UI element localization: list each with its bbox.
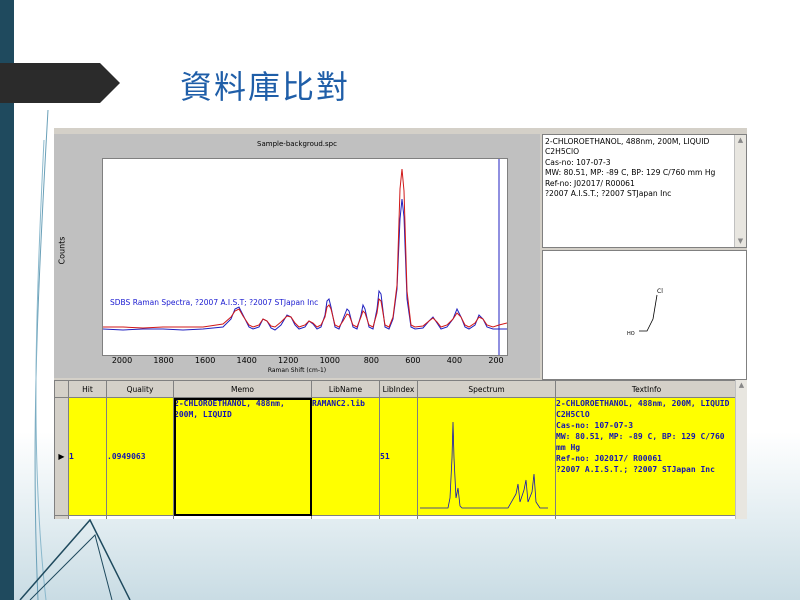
cell-libindex[interactable]: 51 xyxy=(379,397,418,516)
x-tick-label: 2000 xyxy=(111,356,133,365)
col-textinfo[interactable]: TextInfo xyxy=(555,380,738,398)
ho-atom-label: HO xyxy=(627,331,635,337)
title-arrow xyxy=(0,63,120,103)
cell-textinfo[interactable]: 2-CHLOROETHANOL, 488nm, 200M, LIQUID C2H… xyxy=(555,397,738,516)
grid-scroll-up-icon[interactable]: ▲ xyxy=(737,381,746,390)
x-axis-label: Raman Shift (cm-1) xyxy=(267,367,327,374)
spectrum-thumbnail xyxy=(420,421,548,509)
x-tick-label: 1000 xyxy=(319,356,340,365)
cell-memo[interactable]: 2-CHLOROETHANOL, 488nm, 200M, LIQUID xyxy=(173,397,312,516)
col-spectrum[interactable]: Spectrum xyxy=(417,380,556,398)
table-row[interactable]: ▶ 1 .0949063 2-CHLOROETHANOL, 488nm, 200… xyxy=(54,397,738,516)
table-row-partial[interactable] xyxy=(54,515,738,519)
scroll-down-icon[interactable]: ▼ xyxy=(736,237,745,246)
cell-libname[interactable]: RAMANC2.lib xyxy=(311,397,380,516)
col-libname[interactable]: LibName xyxy=(311,380,380,398)
x-tick-label: 1600 xyxy=(194,356,216,365)
results-table: Hit Quality Memo LibName LibIndex Spectr… xyxy=(54,380,738,519)
col-memo[interactable]: Memo xyxy=(173,380,312,398)
x-tick-label: 1400 xyxy=(236,356,257,365)
cl-atom-label: Cl xyxy=(657,288,663,295)
plot-title: Sample-backgroud.spc xyxy=(257,140,337,148)
search-results-grid: Hit Quality Memo LibName LibIndex Spectr… xyxy=(54,380,747,519)
compound-info-panel: 2-CHLOROETHANOL, 488nm, 200M, LIQUID C2H… xyxy=(542,134,747,248)
x-tick-label: 800 xyxy=(363,356,379,365)
library-spectrum-line xyxy=(103,198,507,331)
row-selector-header xyxy=(54,380,69,398)
structure-panel: Cl HO xyxy=(542,250,747,380)
header-row: Hit Quality Memo LibName LibIndex Spectr… xyxy=(54,380,738,398)
y-axis-label: Counts xyxy=(57,236,67,265)
x-tick-label: 1200 xyxy=(278,356,299,365)
cell-hit[interactable]: 1 xyxy=(68,397,107,516)
x-tick-label: 1800 xyxy=(153,356,174,365)
software-screenshot: Sample-backgroud.spc Counts SDBS Raman S… xyxy=(54,128,747,519)
cell-quality[interactable]: .0949063 xyxy=(106,397,174,516)
scroll-up-icon[interactable]: ▲ xyxy=(736,136,745,145)
molecule-structure-icon: Cl HO xyxy=(627,288,663,337)
cell-spectrum[interactable] xyxy=(417,397,556,516)
compound-info-text: 2-CHLOROETHANOL, 488nm, 200M, LIQUID C2H… xyxy=(545,137,716,199)
info-scrollbar[interactable]: ▲ ▼ xyxy=(734,135,746,247)
slide-title: 資料庫比對 xyxy=(180,68,351,106)
plot-area[interactable] xyxy=(102,158,508,356)
x-tick-label: 600 xyxy=(405,356,421,365)
col-quality[interactable]: Quality xyxy=(106,380,174,398)
x-tick-label: 200 xyxy=(488,356,504,365)
grid-scrollbar[interactable]: ▲ xyxy=(735,380,747,519)
spectrum-annotation: SDBS Raman Spectra, ?2007 A.I.S.T; ?2007… xyxy=(110,298,319,307)
x-tick-label: 400 xyxy=(446,356,463,365)
col-libindex[interactable]: LibIndex xyxy=(379,380,418,398)
spectrum-plot-panel: Sample-backgroud.spc Counts SDBS Raman S… xyxy=(54,134,540,378)
col-hit[interactable]: Hit xyxy=(68,380,107,398)
row-pointer-icon: ▶ xyxy=(54,397,69,516)
